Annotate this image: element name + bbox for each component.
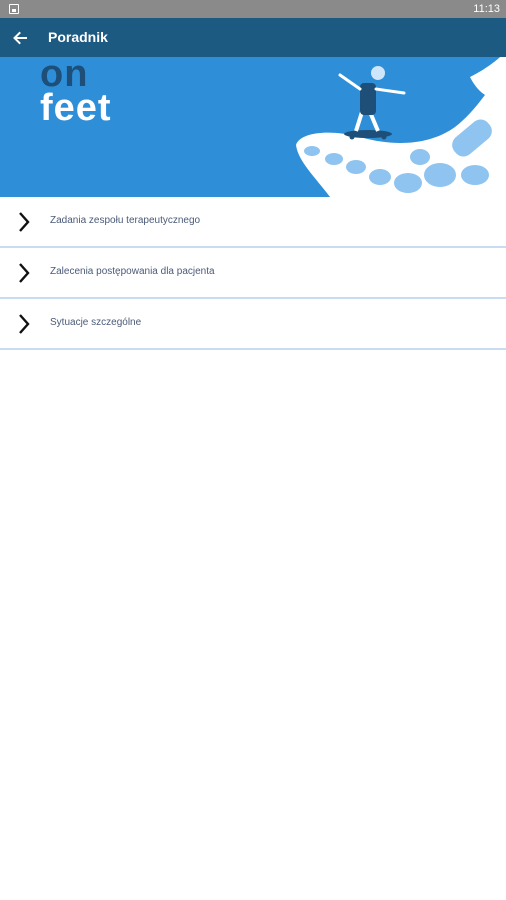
menu-item-therapeutic-team-tasks[interactable]: Zadania zespołu terapeutycznego [0,197,506,248]
header-banner: on feet [0,57,506,197]
chevron-right-icon [17,211,31,233]
arrow-back-icon[interactable] [10,28,30,48]
status-clock: 11:13 [473,3,500,15]
menu-item-label: Sytuacje szczególne [50,317,142,328]
image-notification-icon [9,4,19,14]
chevron-right-icon [17,313,31,335]
chevron-right-icon [17,262,31,284]
page-title: Poradnik [48,29,108,45]
skateboarder-illustration [296,57,506,197]
app-bar: Poradnik [0,18,506,57]
menu-item-label: Zadania zespołu terapeutycznego [50,215,201,226]
menu-item-label: Zalecenia postępowania dla pacjenta [50,266,215,277]
menu-item-patient-recommendations[interactable]: Zalecenia postępowania dla pacjenta [0,248,506,299]
status-bar: 11:13 [0,0,506,18]
menu-item-special-situations[interactable]: Sytuacje szczególne [0,299,506,350]
guide-menu: Zadania zespołu terapeutycznego Zaleceni… [0,197,506,350]
